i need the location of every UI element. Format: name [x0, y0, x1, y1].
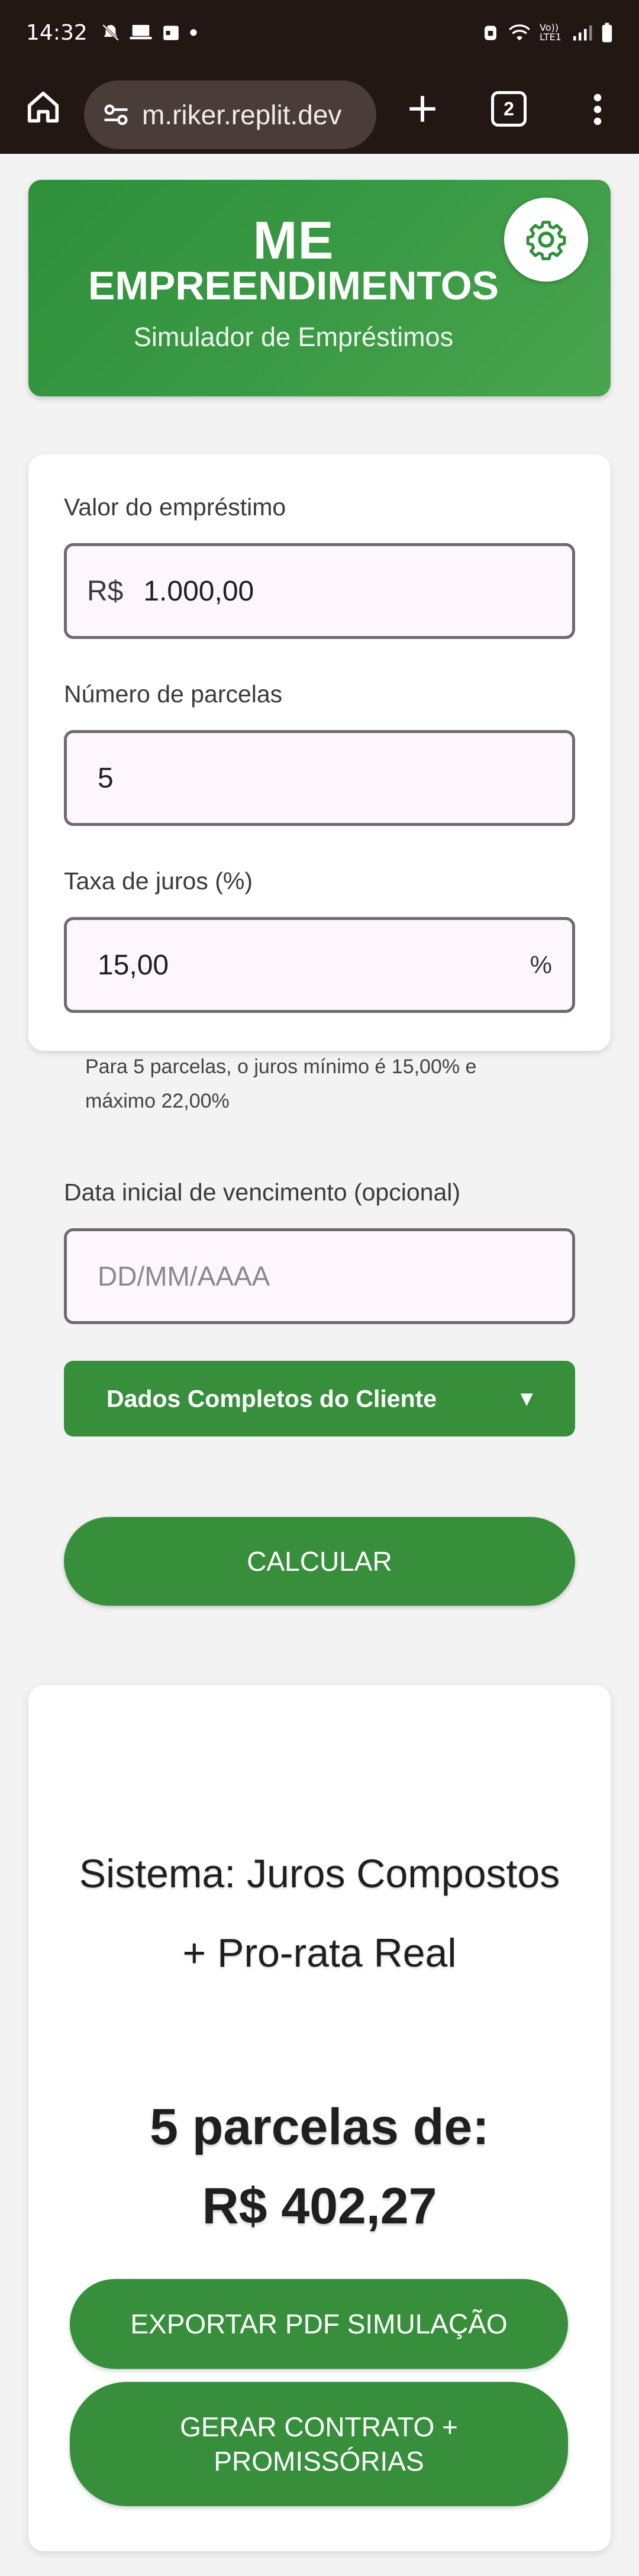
installments-line: 5 parcelas de: [150, 2099, 489, 2155]
silent-bell-icon [102, 24, 120, 41]
tab-switcher-button[interactable]: 2 [491, 91, 527, 127]
loan-amount-label: Valor do empréstimo [64, 493, 286, 521]
dot-icon [190, 29, 197, 36]
more-vert-icon [593, 93, 602, 125]
generate-contract-button[interactable]: GERAR CONTRATO + PROMISSÓRIAS [70, 2382, 568, 2506]
home-button[interactable] [22, 86, 64, 128]
interest-rate-value[interactable]: 15,00 [98, 949, 169, 982]
interest-hint: Para 5 parcelas, o juros mínimo é 15,00%… [85, 1055, 477, 1112]
client-data-dropdown[interactable]: Dados Completos do Cliente ▼ [64, 1361, 575, 1437]
calendar-icon [163, 25, 179, 40]
signal-icon [573, 25, 592, 41]
interest-rate-label: Taxa de juros (%) [64, 867, 253, 895]
loan-amount-input[interactable]: R$ 1.000,00 [64, 543, 575, 639]
installments-input[interactable]: 5 [64, 730, 575, 826]
calculation-system-text: Sistema: Juros Compostos + Pro-rata Real [79, 1851, 560, 1975]
wifi-icon [509, 24, 530, 41]
calculate-button[interactable]: CALCULAR [64, 1517, 575, 1606]
site-settings-icon[interactable] [101, 99, 131, 130]
new-tab-button[interactable] [400, 86, 445, 131]
interest-rate-input[interactable]: 15,00 % [64, 917, 575, 1013]
plus-icon [409, 96, 435, 122]
loan-form: Valor do empréstimo R$ 1.000,00 Número d… [28, 454, 611, 1606]
client-data-dropdown-label: Dados Completos do Cliente [106, 1384, 437, 1412]
notification-icons [101, 22, 198, 43]
due-date-placeholder[interactable]: DD/MM/AAAA [98, 1260, 270, 1292]
address-bar[interactable]: m.riker.replit.dev [84, 80, 376, 149]
installment-amount: R$ 402,27 [202, 2178, 437, 2235]
loan-amount-value[interactable]: 1.000,00 [143, 575, 254, 608]
currency-prefix: R$ [87, 575, 124, 607]
gear-icon [526, 221, 566, 260]
export-pdf-button[interactable]: EXPORTAR PDF SIMULAÇÃO [70, 2279, 568, 2369]
installments-label: Número de parcelas [64, 680, 283, 708]
network-label: Vo)) LTE1 [540, 22, 561, 43]
result-card: Sistema: Juros Compostos + Pro-rata Real… [28, 1685, 611, 2551]
status-bar: 14:32 Vo)) LTE1 [0, 0, 639, 65]
browser-toolbar: m.riker.replit.dev 2 [0, 65, 639, 154]
battery-icon [602, 22, 612, 43]
settings-button[interactable] [504, 198, 588, 282]
due-date-input[interactable]: DD/MM/AAAA [64, 1228, 575, 1324]
browser-menu-button[interactable] [580, 89, 615, 130]
installment-summary: 5 parcelas de: R$ 402,27 [64, 2087, 575, 2246]
alarm-icon [485, 25, 496, 40]
app-header: ME EMPREENDIMENTOS Simulador de Emprésti… [28, 180, 611, 396]
caret-down-icon: ▼ [516, 1386, 537, 1410]
due-date-label: Data inicial de vencimento (opcional) [64, 1179, 461, 1206]
app-subtitle: Simulador de Empréstimos [133, 322, 454, 352]
percent-suffix: % [530, 951, 552, 979]
home-icon [27, 91, 59, 123]
laptop-icon [130, 25, 152, 40]
generate-contract-label: GERAR CONTRATO + PROMISSÓRIAS [180, 2412, 458, 2477]
brand-name-line2: EMPREENDIMENTOS [88, 263, 499, 308]
url-text[interactable]: m.riker.replit.dev [142, 99, 341, 131]
status-time: 14:32 [26, 20, 88, 45]
installments-value[interactable]: 5 [98, 762, 114, 795]
